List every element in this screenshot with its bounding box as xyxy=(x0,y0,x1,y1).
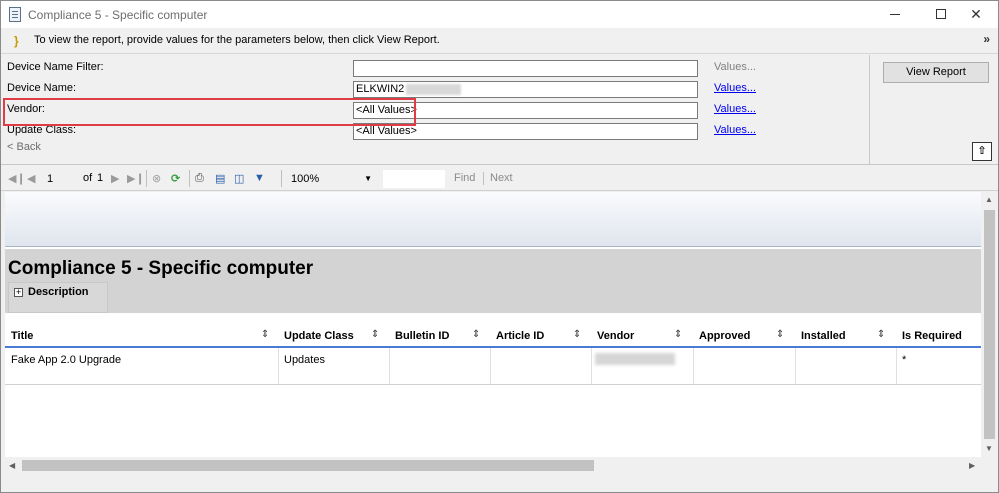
toolbar-separator xyxy=(483,172,484,185)
scroll-right-icon[interactable]: ▶ xyxy=(969,461,975,470)
window-title: Compliance 5 - Specific computer xyxy=(28,8,208,22)
info-icon: } xyxy=(14,34,19,48)
last-page-icon[interactable]: ▶❙ xyxy=(127,172,145,185)
column-header-approved[interactable]: Approved xyxy=(699,330,750,342)
params-divider xyxy=(869,55,870,165)
column-divider xyxy=(591,348,592,384)
maximize-icon xyxy=(936,9,946,19)
vertical-scroll-thumb[interactable] xyxy=(984,210,995,439)
cell-is-required: * xyxy=(902,354,907,366)
status-bar xyxy=(1,474,998,492)
cell-vendor-redacted xyxy=(595,353,675,365)
export-icon[interactable]: ▼ xyxy=(254,172,265,184)
first-page-icon[interactable]: ◀❙ xyxy=(8,172,26,185)
cell-update-class: Updates xyxy=(284,354,325,366)
sort-icon[interactable]: ⇕ xyxy=(674,329,682,340)
collapse-up-icon: ⇧ xyxy=(977,145,987,157)
horizontal-scrollbar[interactable]: ◀ ▶ xyxy=(5,457,981,474)
horizontal-scroll-thumb[interactable] xyxy=(22,460,594,471)
print-icon[interactable]: ⎙ xyxy=(195,172,204,185)
toolbar-separator xyxy=(189,170,190,187)
redacted-blur xyxy=(406,83,462,95)
view-report-button[interactable]: View Report xyxy=(883,62,989,83)
column-divider xyxy=(389,348,390,384)
device-name-values-link[interactable]: Values... xyxy=(714,82,756,94)
column-header-is-required[interactable]: Is Required xyxy=(902,330,962,342)
sort-icon[interactable]: ⇕ xyxy=(371,329,379,340)
update-class-values-link[interactable]: Values... xyxy=(714,124,756,136)
vendor-values-link[interactable]: Values... xyxy=(714,103,756,115)
stop-icon[interactable]: ⊗ xyxy=(152,172,161,185)
column-divider xyxy=(795,348,796,384)
column-header-vendor[interactable]: Vendor xyxy=(597,330,634,342)
zoom-select[interactable]: 100% ▼ xyxy=(288,171,376,187)
device-name-filter-values-link: Values... xyxy=(714,61,756,73)
title-bar: Compliance 5 - Specific computer ✕ xyxy=(1,1,998,28)
cell-title: Fake App 2.0 Upgrade xyxy=(11,354,122,366)
column-divider xyxy=(693,348,694,384)
scroll-down-icon[interactable]: ▼ xyxy=(985,444,993,453)
row-divider xyxy=(5,384,981,385)
column-divider xyxy=(278,348,279,384)
column-header-installed[interactable]: Installed xyxy=(801,330,846,342)
vertical-scrollbar[interactable]: ▲ ▼ xyxy=(981,192,998,457)
next-link[interactable]: Next xyxy=(490,172,513,184)
page-number-input[interactable]: 1 xyxy=(45,171,75,187)
minimize-icon xyxy=(890,14,900,15)
report-header-band xyxy=(5,192,981,247)
collapse-params-button[interactable]: ⇧ xyxy=(972,142,992,161)
expand-plus-icon[interactable]: + xyxy=(14,288,23,297)
sort-icon[interactable]: ⇕ xyxy=(573,329,581,340)
report-title: Compliance 5 - Specific computer xyxy=(8,258,314,279)
column-header-title[interactable]: Title xyxy=(11,330,33,342)
sort-icon[interactable]: ⇕ xyxy=(472,329,480,340)
report-content: Compliance 5 - Specific computer + Descr… xyxy=(5,192,981,457)
param-label-device-name-filter: Device Name Filter: xyxy=(7,61,104,73)
info-bar: } To view the report, provide values for… xyxy=(1,28,998,54)
column-divider xyxy=(490,348,491,384)
of-label: of xyxy=(83,172,93,184)
description-section[interactable]: + Description xyxy=(8,282,108,313)
back-link[interactable]: < Back xyxy=(7,141,41,153)
column-header-update-class[interactable]: Update Class xyxy=(284,330,354,342)
column-header-article-id[interactable]: Article ID xyxy=(496,330,544,342)
previous-page-icon[interactable]: ◀ xyxy=(27,172,35,185)
device-name-filter-input[interactable] xyxy=(353,60,698,77)
close-icon: ✕ xyxy=(970,6,982,22)
zoom-value: 100% xyxy=(291,173,320,185)
scrollbar-corner xyxy=(981,457,998,474)
info-text: To view the report, provide values for t… xyxy=(34,34,440,46)
toolbar-separator xyxy=(146,170,147,187)
total-pages: 1 xyxy=(97,172,104,184)
report-viewer-window: Compliance 5 - Specific computer ✕ } To … xyxy=(0,0,999,493)
close-button[interactable]: ✕ xyxy=(953,1,998,28)
scroll-left-icon[interactable]: ◀ xyxy=(9,461,15,470)
find-input[interactable] xyxy=(383,170,445,188)
scroll-up-icon[interactable]: ▲ xyxy=(985,195,993,204)
sort-icon[interactable]: ⇕ xyxy=(877,329,885,340)
minimize-button[interactable] xyxy=(872,1,918,28)
column-divider xyxy=(896,348,897,384)
report-app-icon xyxy=(9,7,21,22)
find-link[interactable]: Find xyxy=(454,172,475,184)
device-name-value: ELKWIN2 xyxy=(356,83,405,95)
description-label: Description xyxy=(28,286,89,298)
refresh-icon[interactable]: ⟳ xyxy=(171,172,180,185)
toolbar-separator xyxy=(281,170,282,187)
collapse-chevron-icon[interactable]: » xyxy=(983,32,990,46)
sort-icon[interactable]: ⇕ xyxy=(776,329,784,340)
header-underline xyxy=(5,346,981,348)
vendor-highlight-box xyxy=(3,98,416,126)
print-layout-icon[interactable]: ▤ xyxy=(215,172,225,185)
chevron-down-icon: ▼ xyxy=(364,174,372,183)
page-setup-icon[interactable]: ◫ xyxy=(234,172,244,185)
column-header-bulletin-id[interactable]: Bulletin ID xyxy=(395,330,449,342)
device-name-input[interactable]: ELKWIN2 xyxy=(353,81,698,98)
sort-icon[interactable]: ⇕ xyxy=(261,329,269,340)
next-page-icon[interactable]: ▶ xyxy=(111,172,119,185)
param-label-device-name: Device Name: xyxy=(7,82,77,94)
report-toolbar: ◀❙ ◀ 1 of 1 ▶ ▶❙ ⊗ ⟳ ⎙ ▤ ◫ ▼ 100% ▼ Find… xyxy=(1,166,998,191)
